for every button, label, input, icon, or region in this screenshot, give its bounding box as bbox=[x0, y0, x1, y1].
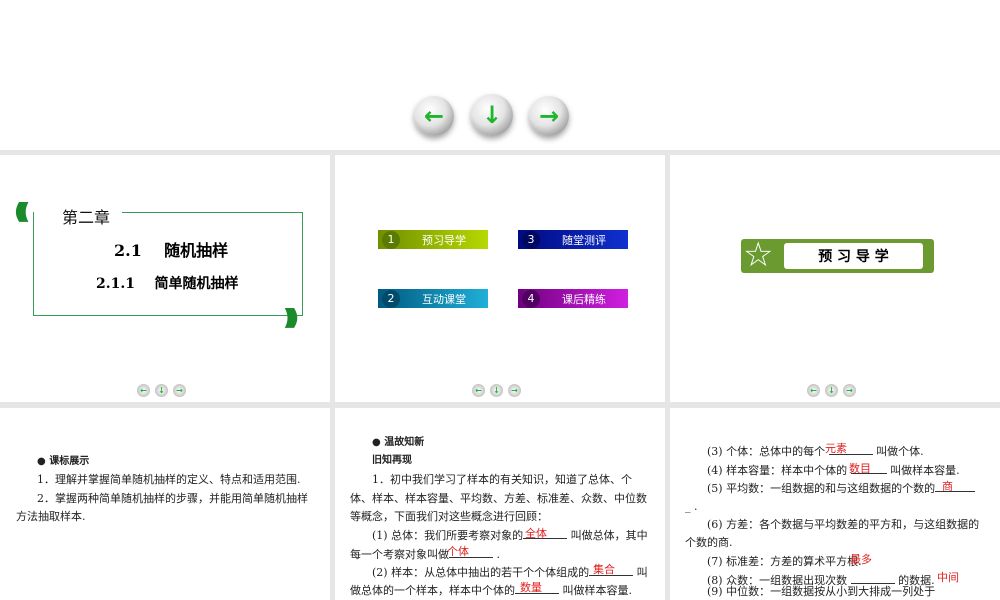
answer: 商 bbox=[942, 480, 953, 493]
menu-item-3[interactable]: 3 随堂测评 bbox=[518, 230, 628, 249]
section-number: 2.1 bbox=[114, 241, 142, 260]
slide-thumbnail-4[interactable]: ● 课标展示 1．理解并掌握简单随机抽样的定义、特点和适用范围. 2．掌握两种简… bbox=[0, 408, 330, 600]
arrow-right-icon: → bbox=[538, 102, 560, 130]
home-button[interactable]: ↓ bbox=[471, 94, 513, 136]
mini-nav: ← ↓ → bbox=[137, 384, 186, 397]
text-line: (9) 中位数：一组数据按从小到大排成一列处于 bbox=[707, 585, 936, 598]
arrow-right-icon[interactable]: → bbox=[843, 384, 856, 397]
text-line: 叫做个体. bbox=[876, 445, 924, 458]
number-badge: 4 bbox=[522, 289, 540, 308]
text-line: (7) 标准差：方差的算术平方根. bbox=[707, 555, 862, 568]
answer: 数量 bbox=[520, 581, 542, 594]
subsection-number: 2.1.1 bbox=[96, 276, 135, 292]
answer: 中间 bbox=[937, 571, 959, 584]
menu-label: 互动课堂 bbox=[422, 292, 466, 306]
title-banner: ☆ 预 习 导 学 bbox=[741, 235, 934, 275]
star-icon: ☆ bbox=[743, 235, 774, 275]
chapter-label: 第二章 bbox=[62, 208, 111, 227]
arrow-down-icon[interactable]: ↓ bbox=[155, 384, 168, 397]
text-line: 个数的商. bbox=[685, 536, 733, 549]
text-line: 叫 bbox=[636, 566, 648, 579]
text-line: _ . bbox=[685, 500, 698, 513]
text-line: 叫做样本容量. bbox=[562, 584, 633, 597]
arrow-left-icon[interactable]: ← bbox=[807, 384, 820, 397]
mini-nav: ← ↓ → bbox=[472, 384, 521, 397]
section-heading: ● 课标展示 bbox=[37, 456, 90, 467]
text-line: 1．初中我们学习了样本的有关知识，知道了总体、个 bbox=[372, 473, 632, 486]
arrow-right-icon[interactable]: → bbox=[508, 384, 521, 397]
answer: 全体 bbox=[525, 527, 547, 540]
frame-line bbox=[122, 212, 303, 213]
subheading: 旧知再现 bbox=[372, 455, 412, 466]
section-heading: 2.1 随机抽样 bbox=[114, 237, 228, 261]
text-line: 体、样本、样本容量、平均数、方差、标准差、众数、中位数 bbox=[350, 492, 647, 505]
section-heading: ● 温故知新 bbox=[372, 437, 425, 448]
slide-thumbnail-2[interactable]: 1 预习导学 2 互动课堂 3 随堂测评 4 课后精练 ← ↓ → bbox=[335, 155, 665, 402]
text-line: 等概念，下面我们对这些概念进行回顾： bbox=[350, 510, 548, 523]
menu-item-2[interactable]: 2 互动课堂 bbox=[378, 289, 488, 308]
number-badge: 2 bbox=[382, 289, 400, 308]
number-badge: 1 bbox=[382, 230, 400, 249]
top-bar: ← ↓ → bbox=[0, 0, 1000, 150]
text-line: (5) 平均数：一组数据的和与这组数据的个数的 bbox=[707, 482, 936, 495]
subsection-title: 简单随机抽样 bbox=[154, 276, 239, 292]
banner-title: 预 习 导 学 bbox=[784, 243, 923, 269]
slide-thumbnail-1[interactable]: ((( ))) 第二章 2.1 随机抽样 2.1.1 简单随机抽样 ← ↓ → bbox=[0, 155, 330, 402]
answer: 集合 bbox=[593, 563, 615, 576]
number-badge: 3 bbox=[522, 230, 540, 249]
text-line: 做总体的一个样本，样本中个体的 bbox=[350, 584, 515, 597]
arrow-left-icon[interactable]: ← bbox=[137, 384, 150, 397]
menu-label: 随堂测评 bbox=[562, 233, 606, 247]
text-line: (1) 总体：我们所要考察对象的 bbox=[372, 529, 524, 542]
text-line: 每一个考察对象叫做 bbox=[350, 548, 449, 561]
arrow-left-icon[interactable]: ← bbox=[472, 384, 485, 397]
chevron-left-decoration-icon: ((( bbox=[14, 200, 30, 225]
objective-item: 2．掌握两种简单随机抽样的步骤，并能用简单随机抽样 bbox=[37, 492, 308, 505]
prev-button[interactable]: ← bbox=[414, 96, 454, 136]
slide-thumbnail-5[interactable]: ● 温故知新 旧知再现 1．初中我们学习了样本的有关知识，知道了总体、个 体、样… bbox=[335, 408, 665, 600]
text-line: (6) 方差：各个数据与平均数差的平方和，与这组数据的 bbox=[707, 518, 980, 531]
menu-label: 课后精练 bbox=[562, 292, 606, 306]
text-line: . bbox=[496, 548, 501, 561]
text-line: 叫做总体，其中 bbox=[570, 529, 648, 542]
section-title: 随机抽样 bbox=[164, 241, 229, 260]
menu-item-4[interactable]: 4 课后精练 bbox=[518, 289, 628, 308]
arrow-down-icon[interactable]: ↓ bbox=[825, 384, 838, 397]
objective-item: 1．理解并掌握简单随机抽样的定义、特点和适用范围. bbox=[37, 473, 301, 486]
chevron-right-decoration-icon: ))) bbox=[283, 306, 299, 331]
arrow-right-icon[interactable]: → bbox=[173, 384, 186, 397]
objective-item: 方法抽取样本. bbox=[16, 510, 86, 523]
next-button[interactable]: → bbox=[529, 96, 569, 136]
arrow-down-icon: ↓ bbox=[481, 101, 503, 129]
arrow-left-icon: ← bbox=[423, 102, 445, 130]
mini-nav: ← ↓ → bbox=[807, 384, 856, 397]
answer: 元素 bbox=[825, 442, 847, 455]
text-line: (2) 样本：从总体中抽出的若干个个体组成的 bbox=[372, 566, 590, 579]
text-line: 叫做样本容量. bbox=[890, 464, 960, 477]
menu-item-1[interactable]: 1 预习导学 bbox=[378, 230, 488, 249]
answer: 最多 bbox=[850, 553, 872, 566]
menu-label: 预习导学 bbox=[422, 233, 466, 247]
slide-thumbnail-3[interactable]: ☆ 预 习 导 学 ← ↓ → bbox=[670, 155, 1000, 402]
subsection-heading: 2.1.1 简单随机抽样 bbox=[96, 273, 238, 293]
arrow-down-icon[interactable]: ↓ bbox=[490, 384, 503, 397]
answer: 数目 bbox=[849, 462, 871, 475]
slide-thumbnail-6[interactable]: (3) 个体：总体中的每个 叫做个体. 元素 (4) 样本容量：样本中个体的 叫… bbox=[670, 408, 1000, 600]
text-line: (3) 个体：总体中的每个 bbox=[707, 445, 826, 458]
answer: 个体 bbox=[447, 545, 469, 558]
text-line: (4) 样本容量：样本中个体的 bbox=[707, 464, 848, 477]
